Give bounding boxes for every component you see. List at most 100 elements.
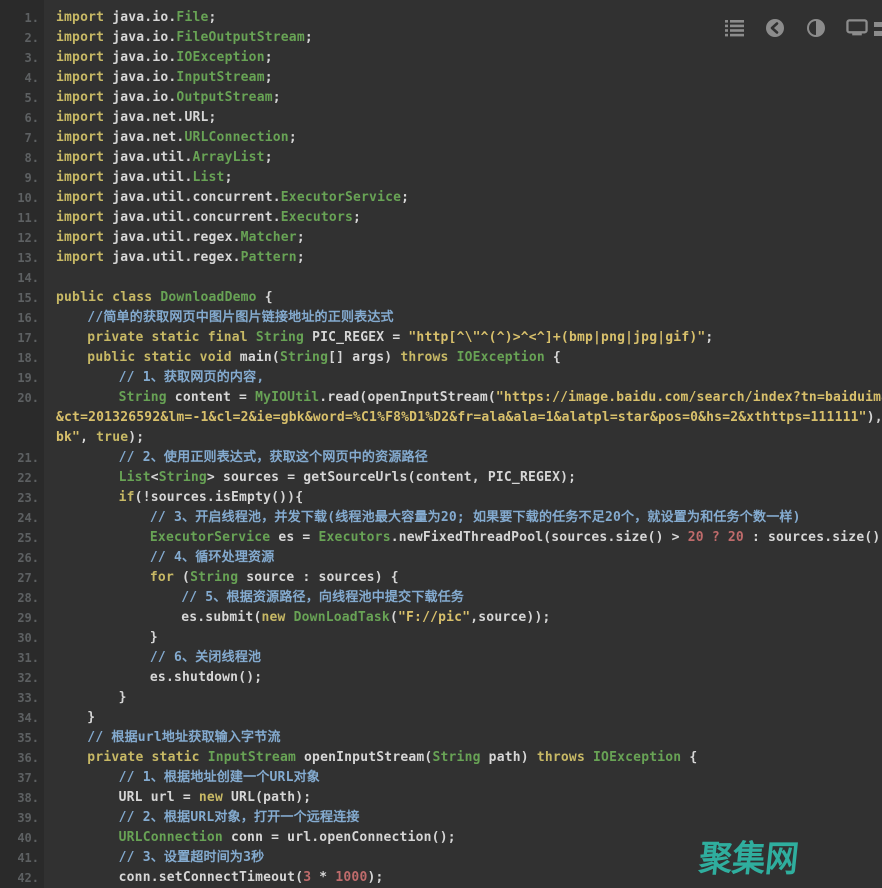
code-line[interactable]: 18.public static void main(String[] args… <box>0 348 882 368</box>
code-line[interactable]: 19.// 1、获取网页的内容, <box>0 368 882 388</box>
code-line[interactable]: 25.ExecutorService es = Executors.newFix… <box>0 528 882 548</box>
line-number: 17. <box>0 328 44 348</box>
code-line[interactable]: 15.public class DownloadDemo { <box>0 288 882 308</box>
code-line-content[interactable]: &ct=201326592&lm=-1&cl=2&ie=gbk&word=%C1… <box>44 408 882 428</box>
code-token-txt <box>286 610 294 625</box>
code-line[interactable]: 37.// 1、根据地址创建一个URL对象 <box>0 768 882 788</box>
code-line-content[interactable]: public static void main(String[] args) t… <box>44 348 882 368</box>
code-line[interactable]: 27.for (String source : sources) { <box>0 568 882 588</box>
code-line-content[interactable]: import java.util.concurrent.ExecutorServ… <box>44 188 882 208</box>
back-circle-icon[interactable] <box>764 18 786 38</box>
code-line-content[interactable]: // 根据url地址获取输入字节流 <box>44 728 882 748</box>
code-line[interactable]: 35.// 根据url地址获取输入字节流 <box>0 728 882 748</box>
code-line-content[interactable]: for (String source : sources) { <box>44 568 882 588</box>
code-line[interactable]: 6.import java.net.URL; <box>0 108 882 128</box>
code-line-content[interactable]: // 3、开启线程池，并发下载(线程池最大容量为20; 如果要下载的任务不足20… <box>44 508 882 528</box>
code-line[interactable]: 8.import java.util.ArrayList; <box>0 148 882 168</box>
code-line-content[interactable]: } <box>44 708 882 728</box>
code-line-content[interactable]: import java.io.IOException; <box>44 48 882 68</box>
code-line[interactable]: 20.String content = MyIOUtil.read(openIn… <box>0 388 882 408</box>
code-line-content[interactable]: // 4、循环处理资源 <box>44 548 882 568</box>
code-line-content[interactable] <box>44 268 882 288</box>
code-line[interactable]: 17.private static final String PIC_REGEX… <box>0 328 882 348</box>
code-token-cls: IOException <box>176 50 264 65</box>
code-line[interactable]: 3.import java.io.IOException; <box>0 48 882 68</box>
code-line-content[interactable]: String content = MyIOUtil.read(openInput… <box>44 388 882 408</box>
code-line[interactable]: 11.import java.util.concurrent.Executors… <box>0 208 882 228</box>
code-line[interactable]: 30.} <box>0 628 882 648</box>
code-line[interactable]: 28.// 5、根据资源路径，向线程池中提交下载任务 <box>0 588 882 608</box>
code-line[interactable]: 29.es.submit(new DownLoadTask("F://pic",… <box>0 608 882 628</box>
code-line-content[interactable]: import java.util.regex.Matcher; <box>44 228 882 248</box>
code-line-content[interactable]: es.submit(new DownLoadTask("F://pic",sou… <box>44 608 882 628</box>
code-line[interactable]: 13.import java.util.regex.Pattern; <box>0 248 882 268</box>
code-line[interactable]: 4.import java.io.InputStream; <box>0 68 882 88</box>
code-token-kw: import <box>56 170 104 185</box>
code-line[interactable]: 33.} <box>0 688 882 708</box>
code-line[interactable]: 39.// 2、根据URL对象，打开一个远程连接 <box>0 808 882 828</box>
code-line-content[interactable]: // 6、关闭线程池 <box>44 648 882 668</box>
code-line-content[interactable]: import java.net.URLConnection; <box>44 128 882 148</box>
code-line-content[interactable]: // 1、根据地址创建一个URL对象 <box>44 768 882 788</box>
code-line[interactable]: 23.if(!sources.isEmpty()){ <box>0 488 882 508</box>
code-line-content[interactable]: import java.util.ArrayList; <box>44 148 882 168</box>
code-line-content[interactable]: List<String> sources = getSourceUrls(con… <box>44 468 882 488</box>
code-line-content[interactable]: // 1、获取网页的内容, <box>44 368 882 388</box>
code-line-content[interactable]: import java.io.OutputStream; <box>44 88 882 108</box>
code-line[interactable]: 26.// 4、循环处理资源 <box>0 548 882 568</box>
code-line-content[interactable]: //简单的获取网页中图片图片链接地址的正则表达式 <box>44 308 882 328</box>
code-line[interactable]: 24.// 3、开启线程池，并发下载(线程池最大容量为20; 如果要下载的任务不… <box>0 508 882 528</box>
code-line-content[interactable]: public class DownloadDemo { <box>44 288 882 308</box>
code-token-txt: .read(openInputStream( <box>319 390 496 405</box>
code-line-content[interactable]: es.shutdown(); <box>44 668 882 688</box>
contrast-icon[interactable] <box>805 18 827 38</box>
code-line-content[interactable]: ExecutorService es = Executors.newFixedT… <box>44 528 882 548</box>
code-token-txt <box>200 750 208 765</box>
more-icon-dot <box>874 31 882 36</box>
code-line-content[interactable]: } <box>44 688 882 708</box>
code-line[interactable]: 16.//简单的获取网页中图片图片链接地址的正则表达式 <box>0 308 882 328</box>
code-line[interactable]: 10.import java.util.concurrent.ExecutorS… <box>0 188 882 208</box>
code-line[interactable]: 21.// 2、使用正则表达式，获取这个网页中的资源路径 <box>0 448 882 468</box>
code-line[interactable]: 36.private static InputStream openInputS… <box>0 748 882 768</box>
line-number: 24. <box>0 508 44 528</box>
code-line[interactable]: 5.import java.io.OutputStream; <box>0 88 882 108</box>
code-line[interactable]: 14. <box>0 268 882 288</box>
code-line[interactable]: 12.import java.util.regex.Matcher; <box>0 228 882 248</box>
code-line[interactable]: 22.List<String> sources = getSourceUrls(… <box>0 468 882 488</box>
line-number: 33. <box>0 688 44 708</box>
code-token-kw: new <box>199 790 223 805</box>
code-line-content[interactable]: if(!sources.isEmpty()){ <box>44 488 882 508</box>
code-line-content[interactable]: import java.io.InputStream; <box>44 68 882 88</box>
code-token-txt: ; <box>209 10 217 25</box>
code-line[interactable]: 32.es.shutdown(); <box>0 668 882 688</box>
code-line[interactable]: 31.// 6、关闭线程池 <box>0 648 882 668</box>
code-token-txt <box>585 750 593 765</box>
code-line-content[interactable]: // 5、根据资源路径，向线程池中提交下载任务 <box>44 588 882 608</box>
code-line-content[interactable]: } <box>44 628 882 648</box>
code-token-txt: * <box>311 870 335 885</box>
code-line[interactable]: bk", true); <box>0 428 882 448</box>
code-token-txt: .newFixedThreadPool(sources.size() > <box>391 530 688 545</box>
line-number <box>0 408 44 428</box>
code-line-content[interactable]: private static InputStream openInputStre… <box>44 748 882 768</box>
code-line-content[interactable]: private static final String PIC_REGEX = … <box>44 328 882 348</box>
code-line-content[interactable]: // 2、使用正则表达式，获取这个网页中的资源路径 <box>44 448 882 468</box>
code-line-content[interactable]: import java.net.URL; <box>44 108 882 128</box>
code-line-content[interactable]: import java.util.concurrent.Executors; <box>44 208 882 228</box>
code-token-cls: OutputStream <box>176 90 272 105</box>
code-line-content[interactable]: URL url = new URL(path); <box>44 788 882 808</box>
code-line-content[interactable]: bk", true); <box>44 428 882 448</box>
code-line[interactable]: 7.import java.net.URLConnection; <box>0 128 882 148</box>
code-line-content[interactable]: import java.util.regex.Pattern; <box>44 248 882 268</box>
code-line[interactable]: &ct=201326592&lm=-1&cl=2&ie=gbk&word=%C1… <box>0 408 882 428</box>
code-line-content[interactable]: // 2、根据URL对象，打开一个远程连接 <box>44 808 882 828</box>
list-icon[interactable] <box>723 18 745 38</box>
code-line[interactable]: 9.import java.util.List; <box>0 168 882 188</box>
code-editor[interactable]: 1.import java.io.File;2.import java.io.F… <box>0 8 882 888</box>
code-line-content[interactable]: import java.util.List; <box>44 168 882 188</box>
code-line[interactable]: 34.} <box>0 708 882 728</box>
monitor-icon[interactable] <box>846 18 868 38</box>
code-line[interactable]: 38.URL url = new URL(path); <box>0 788 882 808</box>
more-icon[interactable] <box>874 22 882 36</box>
